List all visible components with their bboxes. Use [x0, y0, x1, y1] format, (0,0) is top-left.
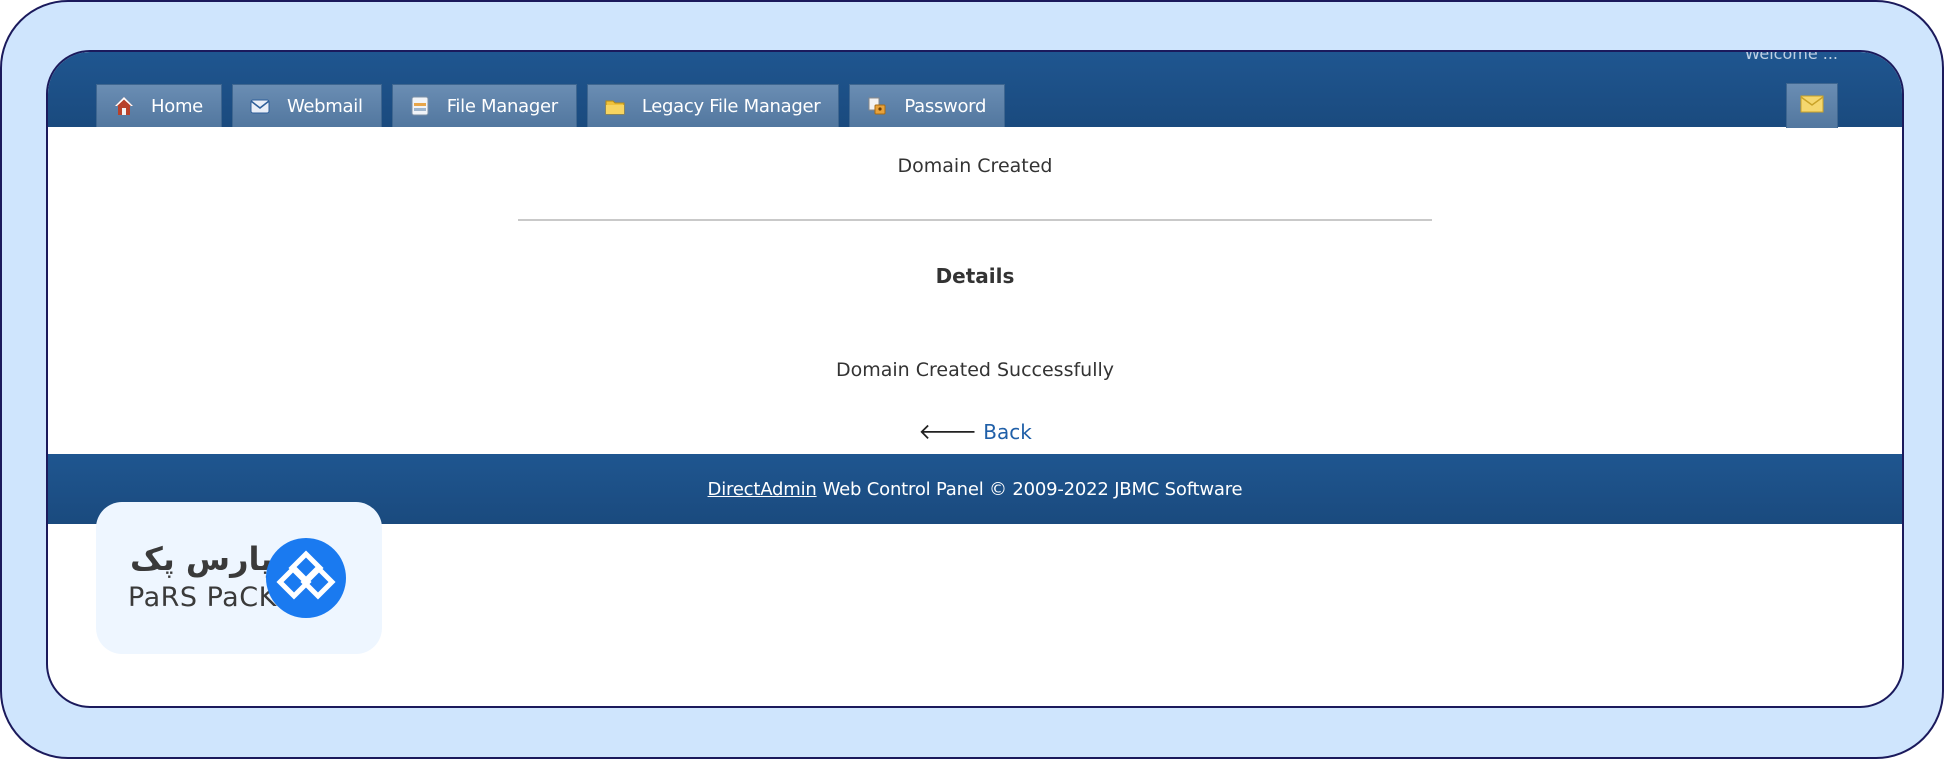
top-navigation-bar: Welcome ... Home Webmail File Manager Le…	[48, 50, 1902, 128]
tab-file-manager[interactable]: File Manager	[391, 84, 577, 127]
parspack-logo-icon	[266, 538, 346, 618]
tab-home-label: Home	[151, 95, 203, 117]
key-lock-icon	[866, 95, 888, 117]
welcome-text: Welcome ...	[1744, 50, 1838, 63]
main-content: Domain Created Details Domain Created Su…	[48, 127, 1902, 454]
success-message: Domain Created Successfully	[835, 359, 1114, 381]
logo-name-en: PaRS PaCK	[128, 582, 277, 613]
home-icon	[113, 95, 135, 117]
tab-webmail[interactable]: Webmail	[231, 84, 382, 127]
page-title: Domain Created	[897, 155, 1053, 177]
tab-file-manager-label: File Manager	[446, 95, 558, 117]
file-cabinet-icon	[409, 95, 431, 117]
parspack-logo: پارس پک PaRS PaCK	[96, 502, 382, 654]
divider	[518, 219, 1432, 221]
details-heading: Details	[935, 264, 1015, 288]
nav-tabs: Home Webmail File Manager Legacy File Ma…	[96, 84, 1006, 127]
outer-frame: Welcome ... Home Webmail File Manager Le…	[0, 0, 1944, 759]
back-link[interactable]: 🡐 Back	[48, 419, 1902, 445]
directadmin-link[interactable]: DirectAdmin	[708, 479, 817, 500]
tab-legacy-file-manager[interactable]: Legacy File Manager	[586, 84, 840, 127]
back-link-label: Back	[983, 420, 1032, 444]
tab-home[interactable]: Home	[96, 84, 222, 127]
mail-icon	[1800, 94, 1824, 118]
tab-legacy-file-manager-label: Legacy File Manager	[641, 95, 821, 117]
mail-notification-button[interactable]	[1786, 83, 1838, 128]
envelope-icon	[249, 95, 271, 117]
logo-name-fa: پارس پک	[130, 540, 273, 578]
tab-password[interactable]: Password	[849, 84, 1006, 127]
arrow-left-icon: 🡐	[918, 420, 978, 445]
footer-copyright: Web Control Panel © 2009-2022 JBMC Softw…	[822, 478, 1243, 500]
tab-webmail-label: Webmail	[286, 95, 363, 117]
tab-password-label: Password	[904, 95, 987, 117]
folder-icon	[604, 95, 626, 117]
